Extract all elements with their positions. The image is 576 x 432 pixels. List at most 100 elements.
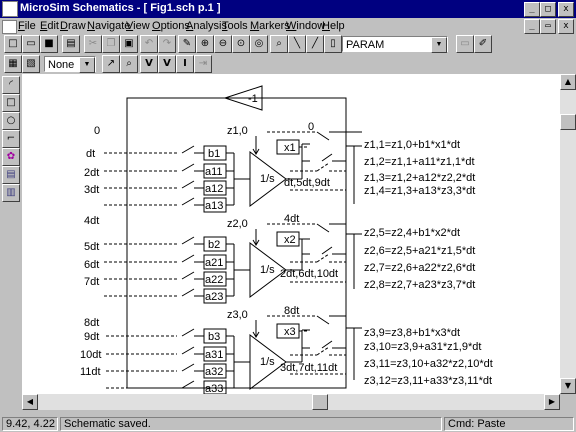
subsystem-frame	[126, 97, 347, 389]
time-label: 4dt	[284, 213, 299, 225]
title-bar: MicroSim Schematics - [ Fig1.sch p.1 ] _…	[0, 0, 576, 18]
pencil-icon[interactable]: ✎	[178, 35, 196, 53]
marker-menu-icon[interactable]: ⇥	[194, 55, 212, 73]
symbol-browse-icon[interactable]: ✐	[474, 35, 492, 53]
initial-condition-label: z1,0	[227, 125, 248, 137]
schematic-drawing[interactable]: -1 0 dt 2dt 3dt b1 a11 a12 a13 1/s z1,0	[22, 74, 560, 394]
time-label: 0	[94, 125, 100, 137]
box-icon[interactable]: □	[2, 94, 20, 112]
app-icon[interactable]	[2, 1, 18, 17]
main-toolbar: □ ▭ ■ ▤ ✂ ❐ ▣ ↶ ↷ ✎ ⊕ ⊖ ⊙ ◎ ⌕ ╲ ╱ ▯ PARA…	[0, 34, 576, 54]
menu-view[interactable]: View	[126, 20, 150, 32]
maximize-button[interactable]: □	[540, 2, 556, 17]
coef-label: a31	[205, 349, 223, 361]
attribute-combo[interactable]: None ▼	[44, 56, 96, 73]
chevron-down-icon[interactable]: ▼	[431, 37, 447, 53]
menu-tools[interactable]: Tools	[222, 20, 248, 32]
coef-label: a21	[205, 257, 223, 269]
chevron-down-icon[interactable]: ▼	[79, 57, 95, 73]
menu-file[interactable]: File	[18, 20, 36, 32]
zoom-fit-icon[interactable]: ◎	[250, 35, 268, 53]
equation: z1,3=z1,2+a12*z2,2*dt	[364, 172, 475, 184]
insert-picture-icon[interactable]: ✿	[2, 148, 20, 166]
equation: z1,4=z1,3+a13*z3,3*dt	[364, 185, 475, 197]
textbox-icon[interactable]: ▥	[2, 184, 20, 202]
equation: z1,2=z1,1+a11*z1,1*dt	[364, 156, 475, 168]
doc-minimize-button[interactable]: _	[524, 19, 540, 34]
zoom-out-icon[interactable]: ⊖	[214, 35, 232, 53]
place-part-icon[interactable]: ▯	[324, 35, 342, 53]
undo-icon[interactable]: ↶	[140, 35, 158, 53]
open-icon[interactable]: ▭	[22, 35, 40, 53]
scroll-down-icon[interactable]: ▼	[560, 378, 576, 394]
equation: z3,10=z3,9+a31*z1,9*dt	[364, 341, 481, 353]
draw-wire-icon[interactable]: ╲	[288, 35, 306, 53]
color-icon[interactable]: ▧	[22, 55, 40, 73]
polyline-icon[interactable]: ⌐	[2, 130, 20, 148]
menu-draw[interactable]: Draw	[60, 20, 86, 32]
setup-probe-icon[interactable]: ↗	[102, 55, 120, 73]
voltage-diff-marker-icon[interactable]: V	[158, 55, 176, 73]
doc-close-button[interactable]: x	[558, 19, 574, 34]
menu-navigate[interactable]: Navigate	[87, 20, 130, 32]
minimize-button[interactable]: _	[524, 2, 540, 17]
close-button[interactable]: x	[558, 2, 574, 17]
switch-times-label: dt,5dt,9dt	[284, 177, 330, 189]
status-bar: 9.42, 4.22 Schematic saved. Cmd: Paste	[0, 416, 576, 432]
zoom-area-icon[interactable]: ⊙	[232, 35, 250, 53]
get-recent-part-icon[interactable]: ▭	[456, 35, 474, 53]
part-name-combo[interactable]: PARAM ▼	[342, 36, 448, 53]
find-icon[interactable]: ⌕	[270, 35, 288, 53]
save-icon[interactable]: ■	[40, 35, 58, 53]
equation: z3,11=z3,10+a32*z2,10*dt	[364, 358, 493, 370]
print-icon[interactable]: ▤	[62, 35, 80, 53]
equation: z2,5=z2,4+b1*x2*dt	[364, 227, 460, 239]
copy-icon[interactable]: ❐	[102, 35, 120, 53]
menu-markers[interactable]: Markers	[250, 20, 290, 32]
arc-icon[interactable]: ◜	[2, 76, 20, 94]
time-label: 0	[308, 121, 314, 133]
output-gain-label: x3	[284, 326, 296, 338]
equation: z1,1=z1,0+b1*x1*dt	[364, 139, 460, 151]
vertical-scrollbar[interactable]: ▲ ▼	[560, 74, 576, 394]
circle-icon[interactable]: ○	[2, 112, 20, 130]
paste-icon[interactable]: ▣	[120, 35, 138, 53]
equation: z2,6=z2,5+a21*z1,5*dt	[364, 245, 475, 257]
coef-label: a22	[205, 274, 223, 286]
output-gain-label: x2	[284, 234, 296, 246]
schematic-canvas[interactable]: -1 0 dt 2dt 3dt b1 a11 a12 a13 1/s z1,0	[22, 74, 560, 394]
time-label: 9dt	[84, 331, 99, 343]
menu-edit[interactable]: Edit	[40, 20, 59, 32]
scroll-left-icon[interactable]: ◀	[22, 394, 38, 410]
time-label: dt	[86, 148, 95, 160]
text-icon[interactable]: ▤	[2, 166, 20, 184]
row-1: 0 dt 2dt 3dt b1 a11 a12 a13 1/s z1,0 x1 …	[84, 121, 475, 213]
cut-icon[interactable]: ✂	[84, 35, 102, 53]
grid-icon[interactable]: ▦	[4, 55, 22, 73]
time-label: 4dt	[84, 215, 99, 227]
scroll-right-icon[interactable]: ▶	[544, 394, 560, 410]
doc-restore-button[interactable]: ▭	[540, 19, 556, 34]
part-name-value: PARAM	[346, 39, 385, 51]
new-icon[interactable]: □	[4, 35, 22, 53]
redo-icon[interactable]: ↷	[158, 35, 176, 53]
vertical-scroll-thumb[interactable]	[560, 114, 576, 130]
menu-analysis[interactable]: Analysis	[186, 20, 227, 32]
horizontal-scrollbar[interactable]: ◀ ▶	[22, 394, 560, 410]
menu-help[interactable]: Help	[322, 20, 345, 32]
current-marker-icon[interactable]: I	[176, 55, 194, 73]
switch-times-label: 2dt,6dt,10dt	[280, 268, 338, 280]
scroll-up-icon[interactable]: ▲	[560, 74, 576, 90]
document-icon[interactable]	[2, 20, 17, 34]
cursor-coordinates: 9.42, 4.22	[2, 417, 58, 431]
status-message: Schematic saved.	[60, 417, 442, 431]
menu-window[interactable]: Window	[286, 20, 325, 32]
draw-bus-icon[interactable]: ╱	[306, 35, 324, 53]
voltage-marker-icon[interactable]: V	[140, 55, 158, 73]
time-label: 8dt	[284, 305, 299, 317]
menu-options[interactable]: Options	[152, 20, 190, 32]
horizontal-scroll-thumb[interactable]	[312, 394, 328, 410]
row-2: 4dt 5dt 6dt 7dt b2 a21 a22 a23 1/s z2,0 …	[84, 213, 475, 304]
search-icon[interactable]: ⌕	[120, 55, 138, 73]
zoom-in-icon[interactable]: ⊕	[196, 35, 214, 53]
